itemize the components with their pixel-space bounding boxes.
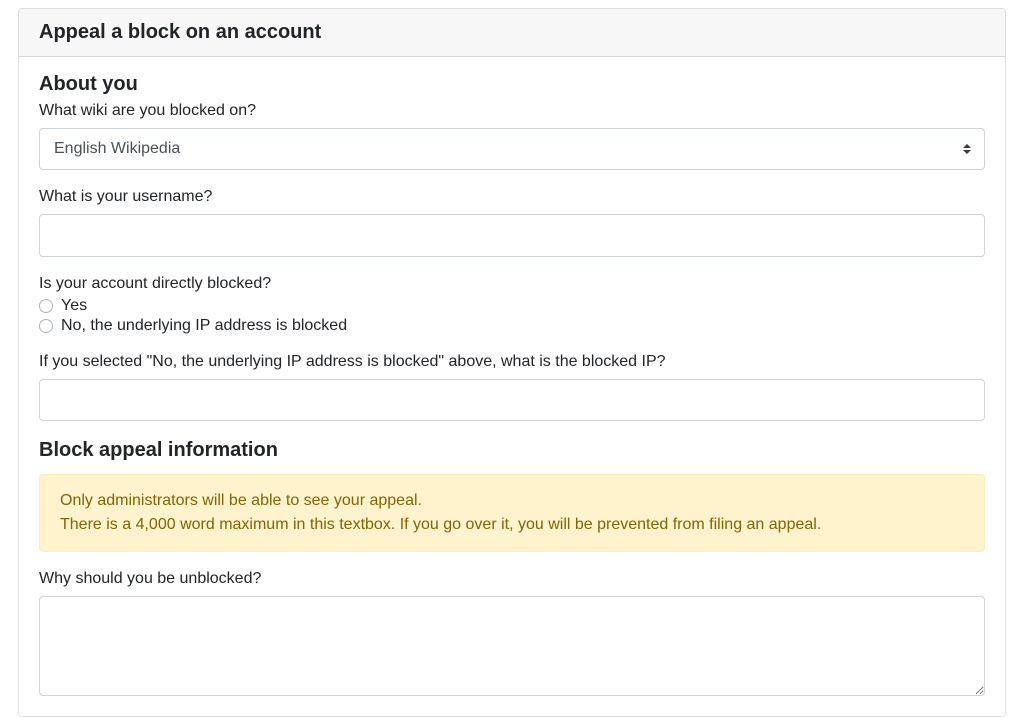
card-header: Appeal a block on an account	[19, 9, 1005, 57]
wiki-select[interactable]: English Wikipedia	[39, 128, 985, 170]
radio-yes-label: Yes	[61, 297, 87, 315]
reason-textarea[interactable]	[39, 596, 985, 696]
block-appeal-heading: Block appeal information	[39, 439, 985, 462]
directly-blocked-label: Is your account directly blocked?	[39, 275, 985, 293]
ip-form-group: If you selected "No, the underlying IP a…	[39, 353, 985, 421]
wiki-select-wrapper: English Wikipedia	[39, 128, 985, 170]
radio-option-yes: Yes	[39, 297, 985, 315]
appeal-card: Appeal a block on an account About you W…	[18, 8, 1006, 717]
radio-no-input[interactable]	[39, 319, 53, 333]
wiki-form-group: What wiki are you blocked on? English Wi…	[39, 102, 985, 170]
ip-input[interactable]	[39, 379, 985, 421]
radio-yes-input[interactable]	[39, 299, 53, 313]
radio-no-label: No, the underlying IP address is blocked	[61, 317, 347, 335]
reason-form-group: Why should you be unblocked?	[39, 570, 985, 696]
username-label: What is your username?	[39, 188, 985, 206]
username-form-group: What is your username?	[39, 188, 985, 256]
appeal-alert: Only administrators will be able to see …	[39, 474, 985, 552]
ip-label: If you selected "No, the underlying IP a…	[39, 353, 985, 371]
about-you-heading: About you	[39, 73, 985, 96]
username-input[interactable]	[39, 214, 985, 256]
directly-blocked-radios: Yes No, the underlying IP address is blo…	[39, 297, 985, 335]
directly-blocked-group: Is your account directly blocked? Yes No…	[39, 275, 985, 335]
page-title: Appeal a block on an account	[39, 21, 321, 43]
alert-line-1: Only administrators will be able to see …	[60, 489, 964, 513]
card-body: About you What wiki are you blocked on? …	[19, 57, 1005, 716]
wiki-label: What wiki are you blocked on?	[39, 102, 985, 120]
reason-label: Why should you be unblocked?	[39, 570, 985, 588]
alert-line-2: There is a 4,000 word maximum in this te…	[60, 513, 964, 537]
radio-option-no: No, the underlying IP address is blocked	[39, 317, 985, 335]
